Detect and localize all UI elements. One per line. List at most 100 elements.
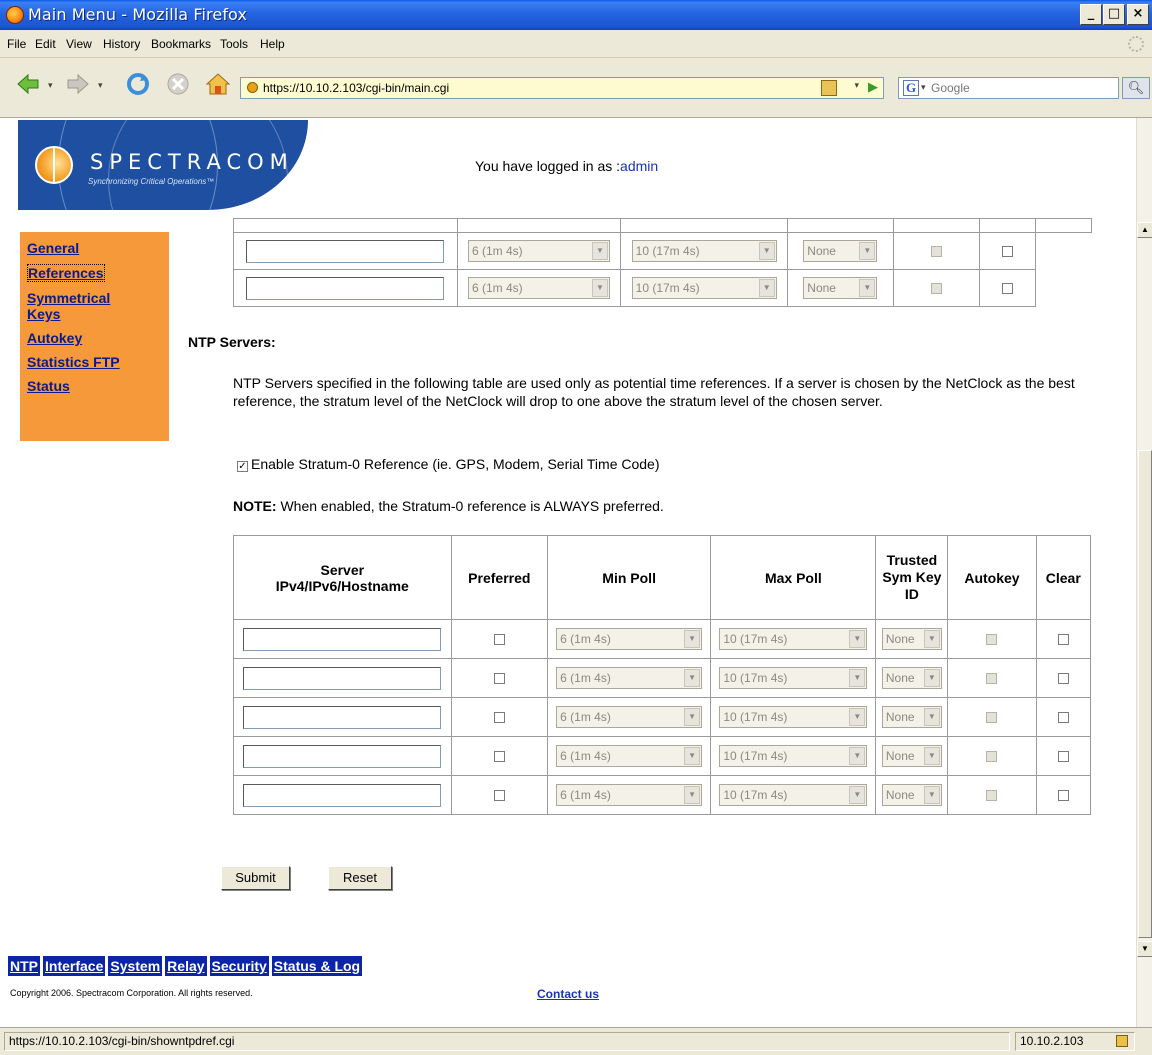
menu-file[interactable]: File xyxy=(7,37,26,51)
key-id-select[interactable]: None ▼ xyxy=(803,277,878,299)
clear-checkbox[interactable] xyxy=(1002,246,1014,258)
vertical-scrollbar[interactable]: ▲ ▼ xyxy=(1136,118,1152,1027)
back-dropdown-icon[interactable]: ▾ xyxy=(48,80,53,91)
min-poll-select[interactable]: 6 (1m 4s) ▼ xyxy=(468,240,610,262)
sidebar-item-statistics-ftp[interactable]: Statistics FTP xyxy=(27,354,169,370)
clear-checkbox[interactable] xyxy=(1057,634,1069,646)
key-id-select[interactable]: None ▼ xyxy=(803,240,878,262)
go-icon[interactable]: ▶ xyxy=(868,79,878,95)
menu-help[interactable]: Help xyxy=(260,37,285,51)
bottom-nav-security[interactable]: Security xyxy=(209,956,269,976)
chevron-down-icon: ▼ xyxy=(859,279,876,297)
chevron-down-icon: ▼ xyxy=(849,747,866,765)
padlock-icon[interactable] xyxy=(1116,1035,1128,1047)
padlock-icon[interactable] xyxy=(821,80,837,96)
bottom-nav-system[interactable]: System xyxy=(108,956,163,976)
menu-bookmarks[interactable]: Bookmarks xyxy=(151,37,211,51)
min-poll-select[interactable]: 6 (1m 4s) ▼ xyxy=(556,706,703,728)
reload-icon[interactable] xyxy=(124,70,152,98)
table-cell xyxy=(233,269,458,307)
scroll-down-icon[interactable]: ▼ xyxy=(1137,941,1152,957)
sidebar-item-general[interactable]: General xyxy=(27,240,169,256)
chevron-down-icon: ▼ xyxy=(758,242,775,260)
bottom-nav-interface[interactable]: Interface xyxy=(43,956,106,976)
min-poll-select[interactable]: 6 (1m 4s) ▼ xyxy=(556,628,703,650)
max-poll-select[interactable]: 10 (17m 4s) ▼ xyxy=(719,667,868,689)
preferred-checkbox[interactable] xyxy=(493,790,505,802)
max-poll-select[interactable]: 10 (17m 4s) ▼ xyxy=(631,240,777,262)
sidebar-item-status[interactable]: Status xyxy=(27,378,169,394)
site-identity-icon[interactable] xyxy=(247,82,258,93)
search-box[interactable]: G ▾ Google xyxy=(898,77,1119,99)
history-dropdown-icon[interactable]: ▾ xyxy=(854,80,859,91)
clear-checkbox[interactable] xyxy=(1057,751,1069,763)
sidebar-item-references[interactable]: References xyxy=(27,264,105,282)
reference-name-input[interactable] xyxy=(246,239,445,263)
max-poll-select[interactable]: 10 (17m 4s) ▼ xyxy=(631,277,777,299)
max-poll-select[interactable]: 10 (17m 4s) ▼ xyxy=(719,784,868,806)
menu-edit[interactable]: Edit xyxy=(35,37,56,51)
submit-button[interactable]: Submit xyxy=(221,866,290,890)
max-poll-select[interactable]: 10 (17m 4s) ▼ xyxy=(719,706,868,728)
stop-icon[interactable] xyxy=(164,70,192,98)
max-poll-select[interactable]: 10 (17m 4s) ▼ xyxy=(719,745,868,767)
sidebar-item-symmetrical-keys[interactable]: Symmetrical Keys xyxy=(27,290,117,322)
min-poll-select[interactable]: 6 (1m 4s) ▼ xyxy=(556,784,703,806)
window-titlebar[interactable]: Main Menu - Mozilla Firefox _ □ × xyxy=(0,0,1152,30)
reference-name-input[interactable] xyxy=(246,276,445,300)
menu-history[interactable]: History xyxy=(103,37,140,51)
min-poll-select[interactable]: 6 (1m 4s) ▼ xyxy=(556,667,703,689)
select-value: 10 (17m 4s) xyxy=(723,632,788,646)
reset-button[interactable]: Reset xyxy=(328,866,392,890)
key-id-select[interactable]: None ▼ xyxy=(881,784,942,806)
bottom-nav-relay[interactable]: Relay xyxy=(165,956,207,976)
table-cell xyxy=(450,658,549,698)
home-icon[interactable] xyxy=(204,70,232,98)
min-poll-select[interactable]: 6 (1m 4s) ▼ xyxy=(468,277,610,299)
table-row: 6 (1m 4s) ▼ 10 (17m 4s) ▼ None ▼ xyxy=(233,658,1092,698)
contact-us-link[interactable]: Contact us xyxy=(537,987,599,1001)
clear-checkbox[interactable] xyxy=(1057,712,1069,724)
search-engine-icon[interactable]: G xyxy=(903,80,919,96)
chevron-down-icon: ▼ xyxy=(849,630,866,648)
clear-checkbox[interactable] xyxy=(1057,673,1069,685)
minimize-button[interactable]: _ xyxy=(1080,4,1102,25)
bottom-nav-status-log[interactable]: Status & Log xyxy=(271,956,363,976)
preferred-checkbox[interactable] xyxy=(493,634,505,646)
menu-view[interactable]: View xyxy=(66,37,92,51)
address-bar[interactable]: https://10.10.2.103/cgi-bin/main.cgi ▾ ▶ xyxy=(240,77,884,99)
scroll-up-icon[interactable]: ▲ xyxy=(1137,222,1152,238)
forward-dropdown-icon[interactable]: ▾ xyxy=(98,80,103,91)
clear-checkbox[interactable] xyxy=(1002,283,1014,295)
scrollbar-thumb[interactable] xyxy=(1138,450,1152,938)
key-id-select[interactable]: None ▼ xyxy=(881,667,942,689)
back-arrow-icon[interactable] xyxy=(14,70,42,98)
server-address-input[interactable] xyxy=(243,627,442,651)
select-value: 10 (17m 4s) xyxy=(635,281,700,295)
table-cell: 6 (1m 4s) ▼ xyxy=(547,619,712,659)
preferred-checkbox[interactable] xyxy=(493,751,505,763)
preferred-checkbox[interactable] xyxy=(493,673,505,685)
key-id-select[interactable]: None ▼ xyxy=(881,745,942,767)
search-engine-dropdown-icon[interactable]: ▾ xyxy=(921,82,926,93)
close-button[interactable]: × xyxy=(1127,4,1149,25)
logo-tagline: Synchronizing Critical Operations™ xyxy=(88,177,215,186)
max-poll-select[interactable]: 10 (17m 4s) ▼ xyxy=(719,628,868,650)
clear-checkbox[interactable] xyxy=(1057,790,1069,802)
stratum-checkbox[interactable]: ✓ xyxy=(237,461,248,472)
server-address-input[interactable] xyxy=(243,783,442,807)
server-address-input[interactable] xyxy=(243,666,442,690)
maximize-button[interactable]: □ xyxy=(1103,4,1125,25)
server-address-input[interactable] xyxy=(243,744,442,768)
server-address-input[interactable] xyxy=(243,705,442,729)
menu-tools[interactable]: Tools xyxy=(220,37,248,51)
bottom-nav-ntp[interactable]: NTP xyxy=(8,956,40,976)
sidebar-item-autokey[interactable]: Autokey xyxy=(27,330,169,346)
forward-arrow-icon[interactable] xyxy=(64,70,92,98)
key-id-select[interactable]: None ▼ xyxy=(881,706,942,728)
column-header-max-poll: Max Poll xyxy=(710,535,877,620)
key-id-select[interactable]: None ▼ xyxy=(881,628,942,650)
preferred-checkbox[interactable] xyxy=(493,712,505,724)
search-go-icon[interactable]: 🔍︎ xyxy=(1122,77,1150,99)
min-poll-select[interactable]: 6 (1m 4s) ▼ xyxy=(556,745,703,767)
